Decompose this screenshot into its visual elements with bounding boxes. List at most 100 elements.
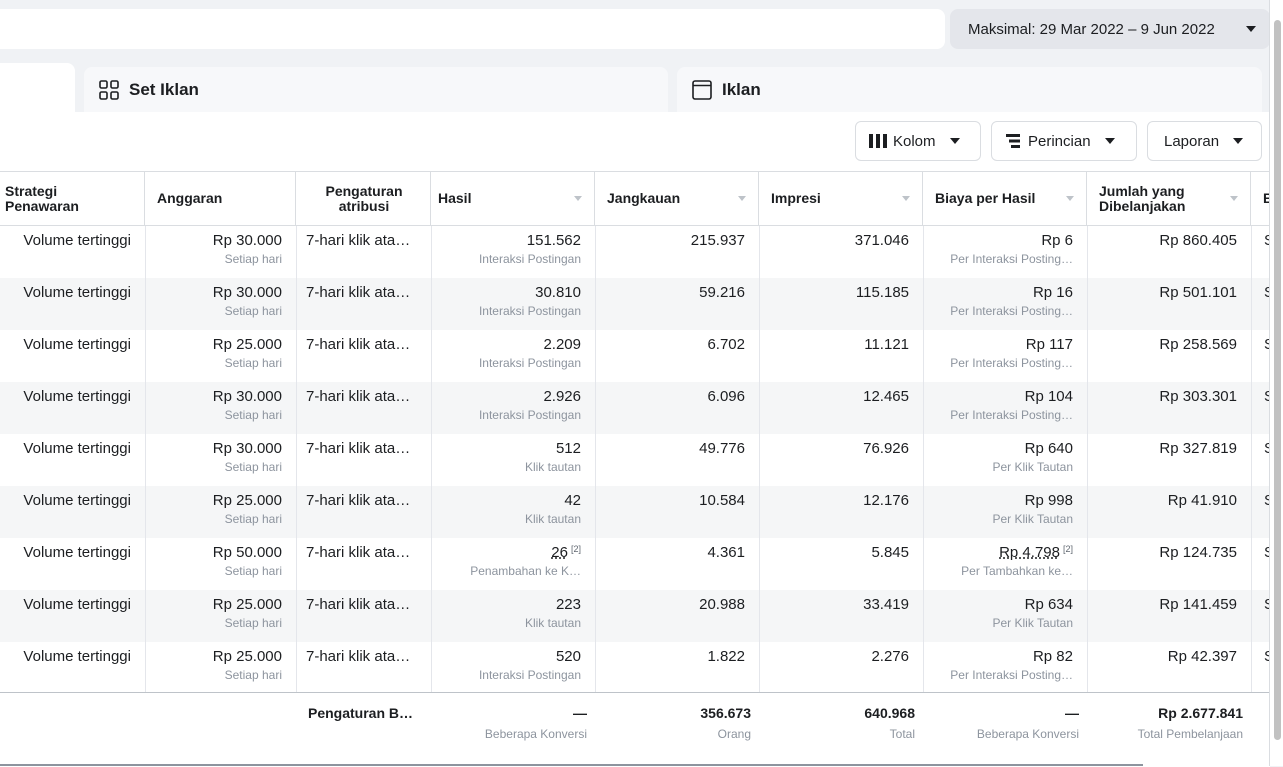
cell-attribution: 7-hari klik ata…	[296, 226, 431, 278]
cell-budget: Rp 25.000 Setiap hari	[145, 486, 296, 538]
cell-strategy-text: Volume tertinggi	[23, 492, 131, 509]
cell-cpr: Rp 82 Per Interaksi Posting…	[923, 642, 1087, 694]
table-row[interactable]: Volume tertinggi Rp 25.000 Setiap hari 7-ha…	[0, 590, 1270, 642]
column-divider	[759, 226, 760, 766]
cell-reach-text: 10.584	[699, 492, 745, 509]
cell-cpr-sub: Per Interaksi Posting…	[950, 356, 1073, 370]
cell-cpr: Rp 104 Per Interaksi Posting…	[923, 382, 1087, 434]
cell-strategy-value: Volume tertinggi	[10, 232, 131, 249]
table-row[interactable]: Volume tertinggi Rp 30.000 Setiap hari 7-ha…	[0, 278, 1270, 330]
breakdown-icon	[1006, 134, 1020, 148]
footnote-marker[interactable]: [2]	[571, 544, 581, 554]
cell-results-text: 2.926	[543, 388, 581, 405]
cell-attribution-text: 7-hari klik ata…	[306, 388, 411, 405]
cell-impressions: 5.845	[759, 538, 923, 590]
columns-button[interactable]: Kolom	[855, 121, 981, 161]
col-header-cost-per-result[interactable]: Biaya per Hasil	[923, 172, 1087, 225]
cell-spent: Rp 42.397	[1087, 642, 1251, 694]
tab-ads[interactable]: Iklan	[677, 67, 1262, 113]
cell-attribution-value: 7-hari klik ata…	[306, 336, 417, 353]
cell-results: 42 Klik tautan	[431, 486, 595, 538]
cell-budget-value: Rp 30.000	[155, 388, 282, 405]
table-row[interactable]: Volume tertinggi Rp 25.000 Setiap hari 7-ha…	[0, 330, 1270, 382]
reports-label: Laporan	[1164, 132, 1220, 150]
column-divider	[595, 226, 596, 766]
cell-budget-value: Rp 25.000	[155, 336, 282, 353]
cell-impressions: 12.176	[759, 486, 923, 538]
cell-budget-value: Rp 50.000	[155, 544, 282, 561]
cell-attribution: 7-hari klik ata…	[296, 590, 431, 642]
cell-next: S	[1251, 434, 1270, 486]
cell-impressions: 11.121	[759, 330, 923, 382]
cell-budget: Rp 25.000 Setiap hari	[145, 330, 296, 382]
cell-impressions-value: 371.046	[769, 232, 909, 249]
cell-reach: 1.822	[595, 642, 759, 694]
col-header-budget[interactable]: Anggaran	[145, 172, 296, 225]
cell-cpr: Rp 117 Per Interaksi Posting…	[923, 330, 1087, 382]
cell-budget-sub: Setiap hari	[224, 616, 282, 630]
vertical-scrollbar[interactable]	[1269, 0, 1283, 766]
col-header-attribution[interactable]: Pengaturan atribusi	[296, 172, 431, 225]
cell-attribution-text: 7-hari klik ata…	[306, 492, 411, 509]
cell-strategy: Volume tertinggi	[0, 434, 145, 486]
table-row[interactable]: Volume tertinggi Rp 25.000 Setiap hari 7-ha…	[0, 486, 1270, 538]
cell-results: 2.209 Interaksi Postingan	[431, 330, 595, 382]
cell-cpr: Rp 634 Per Klik Tautan	[923, 590, 1087, 642]
table-row[interactable]: Volume tertinggi Rp 50.000 Setiap hari 7-ha…	[0, 538, 1270, 590]
col-header-reach[interactable]: Jangkauan	[595, 172, 759, 225]
scrollbar-thumb[interactable]	[1274, 20, 1281, 740]
cell-spent-value: Rp 327.819	[1097, 440, 1237, 457]
cell-strategy: Volume tertinggi	[0, 590, 145, 642]
cell-budget: Rp 50.000 Setiap hari	[145, 538, 296, 590]
cell-strategy-value: Volume tertinggi	[10, 596, 131, 613]
col-header-impressions[interactable]: Impresi	[759, 172, 923, 225]
cell-next: S	[1251, 590, 1270, 642]
cell-reach-text: 49.776	[699, 440, 745, 457]
tab-campaigns[interactable]	[0, 63, 75, 113]
reports-button[interactable]: Laporan	[1147, 121, 1262, 161]
cell-impressions-value: 12.176	[769, 492, 909, 509]
cell-impressions-value: 2.276	[769, 648, 909, 665]
cell-cpr-text: Rp 640	[1024, 440, 1073, 457]
cell-impressions-value: 11.121	[769, 336, 909, 353]
column-divider	[1087, 226, 1088, 766]
cell-results-text: 512	[555, 440, 581, 457]
cell-spent-value: Rp 303.301	[1097, 388, 1237, 405]
search-bar[interactable]	[0, 9, 945, 49]
cell-budget-text: Rp 25.000	[212, 492, 282, 509]
tab-adsets[interactable]: Set Iklan	[84, 67, 668, 113]
cell-impressions: 12.465	[759, 382, 923, 434]
date-range-button[interactable]: Maksimal: 29 Mar 2022 – 9 Jun 2022	[950, 9, 1270, 49]
col-header-results[interactable]: Hasil	[431, 172, 595, 225]
cell-strategy: Volume tertinggi	[0, 486, 145, 538]
col-header-strategy[interactable]: Strategi Penawaran	[0, 172, 145, 225]
cell-strategy-text: Volume tertinggi	[23, 336, 131, 353]
cell-cpr-sub: Per Interaksi Posting…	[950, 668, 1073, 682]
cell-attribution-text: 7-hari klik ata…	[306, 596, 411, 613]
cell-reach-text: 20.988	[699, 596, 745, 613]
table-row[interactable]: Volume tertinggi Rp 30.000 Setiap hari 7-ha…	[0, 226, 1270, 278]
cell-results-sub: Klik tautan	[524, 460, 581, 474]
cell-attribution-value: 7-hari klik ata…	[306, 492, 417, 509]
cell-strategy-value: Volume tertinggi	[10, 284, 131, 301]
col-header-label: Hasil	[438, 190, 472, 206]
cell-spent: Rp 303.301	[1087, 382, 1251, 434]
breakdown-button[interactable]: Perincian	[991, 121, 1137, 161]
column-divider	[1251, 226, 1252, 766]
cell-strategy-text: Volume tertinggi	[23, 440, 131, 457]
cell-strategy: Volume tertinggi	[0, 226, 145, 278]
cell-strategy-text: Volume tertinggi	[23, 388, 131, 405]
cell-cpr-sub: Per Klik Tautan	[992, 512, 1074, 526]
cell-attribution-value: 7-hari klik ata…	[306, 232, 417, 249]
cell-spent: Rp 141.459	[1087, 590, 1251, 642]
adsets-grid-icon	[98, 79, 120, 101]
cell-impressions-value: 115.185	[769, 284, 909, 301]
col-header-amount-spent[interactable]: Jumlah yang Dibelanjakan	[1087, 172, 1251, 225]
table-row[interactable]: Volume tertinggi Rp 30.000 Setiap hari 7-ha…	[0, 434, 1270, 486]
footnote-marker[interactable]: [2]	[1063, 544, 1073, 554]
table-row[interactable]: Volume tertinggi Rp 25.000 Setiap hari 7-ha…	[0, 642, 1270, 694]
cell-attribution: 7-hari klik ata…	[296, 486, 431, 538]
table-row[interactable]: Volume tertinggi Rp 30.000 Setiap hari 7-ha…	[0, 382, 1270, 434]
cell-results-value: 42	[441, 492, 581, 509]
cell-spent-value: Rp 141.459	[1097, 596, 1237, 613]
